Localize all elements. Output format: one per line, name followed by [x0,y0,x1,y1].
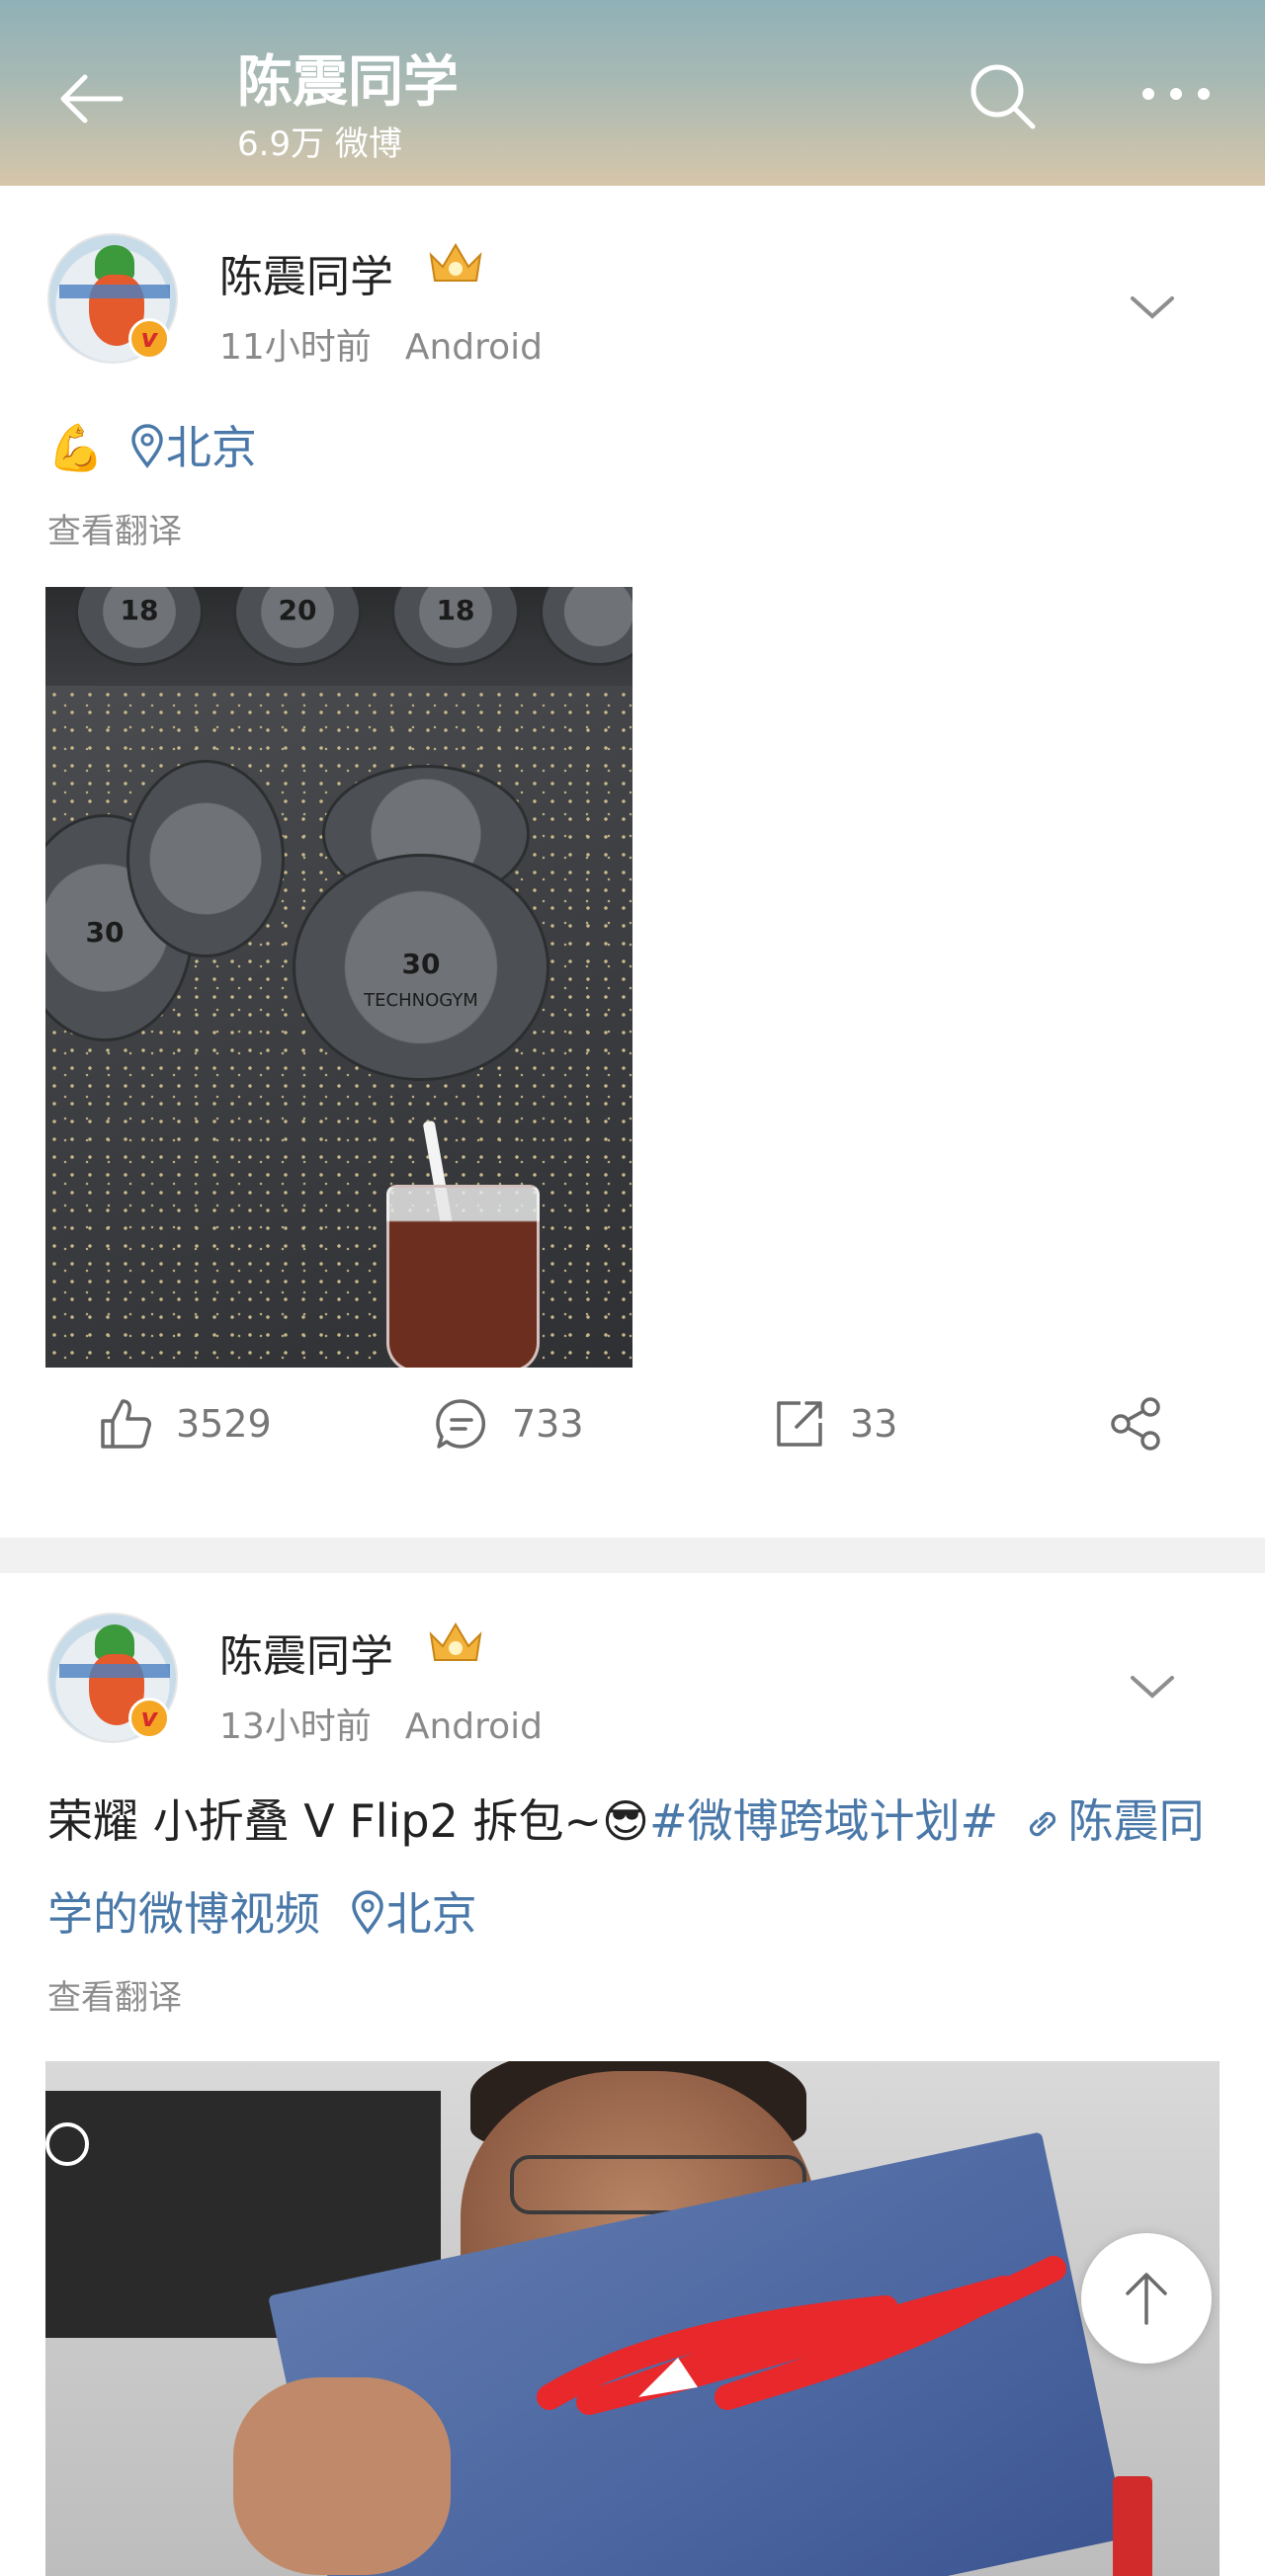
header-title: 陈震同学 [237,50,459,115]
post-video[interactable] [45,2061,1220,2576]
location-link[interactable]: 北京 [119,421,257,474]
verified-badge-icon: v [128,1698,170,1739]
more-icon[interactable] [1137,69,1216,119]
verified-badge-icon: v [128,318,170,360]
location-label: 北京 [165,421,257,474]
location-pin-icon [131,424,163,468]
profile-header: 陈震同学 6.9万 微博 [0,0,1265,186]
comment-button[interactable]: 733 [433,1389,584,1458]
crown-icon [429,1622,482,1661]
post-body-text: 荣耀 小折叠 V Flip2 拆包~ [47,1794,602,1848]
comment-count: 733 [512,1402,584,1446]
post-time: 11小时前 [219,327,372,368]
post-source: Android [404,327,543,368]
flexed-arm-emoji: 💪 [47,421,105,474]
post-username[interactable]: 陈震同学 [219,1620,393,1684]
post-meta: 11小时前 Android [219,318,543,370]
link-icon [1029,1811,1055,1837]
post-time: 13小时前 [219,1706,372,1747]
post-username[interactable]: 陈震同学 [219,241,393,304]
like-button[interactable]: 3529 [97,1389,272,1458]
iced-coffee-cup [386,1185,540,1368]
thumbs-up-icon [101,1399,151,1449]
post-source: Android [404,1706,543,1747]
view-translation-link[interactable]: 查看翻译 [47,504,182,552]
repost-icon [777,1401,822,1447]
share-icon [1111,1397,1160,1451]
repost-button[interactable]: 33 [771,1389,897,1458]
post-actions: 3529 733 33 [0,1389,1265,1458]
red-scribble [537,2256,1066,2415]
post-text: 荣耀 小折叠 V Flip2 拆包~😎#微博跨域计划# 陈震同学的微博视频 北京 [47,1775,1214,1960]
back-to-top-button[interactable] [1081,2233,1212,2364]
post-meta: 13小时前 Android [219,1698,543,1749]
post-divider [0,1537,1265,1573]
chevron-down-icon[interactable] [1127,289,1178,328]
like-count: 3529 [176,1402,272,1446]
sunglasses-emoji: 😎 [601,1794,649,1848]
back-arrow-icon[interactable] [51,57,134,140]
header-post-count: 6.9万 微博 [237,125,402,164]
location-pin-icon [351,1890,383,1935]
crown-icon [429,243,482,282]
chevron-down-icon[interactable] [1127,1668,1178,1707]
location-link[interactable]: 北京 [335,1887,477,1941]
post-text: 💪 北京 [47,401,1214,494]
topic-link[interactable]: #微博跨域计划# [649,1794,998,1848]
comment-icon [436,1399,486,1449]
post-image[interactable]: 18 20 18 30 30 TECHNOGYM [45,587,632,1368]
share-button[interactable] [1107,1389,1164,1458]
post-card: v 陈震同学 11小时前 Android 💪 北京 查看翻译 18 20 18 3… [0,186,1265,1537]
search-icon[interactable] [964,57,1043,136]
view-translation-link[interactable]: 查看翻译 [47,1970,182,2019]
location-label: 北京 [385,1887,477,1941]
repost-count: 33 [850,1402,898,1446]
arrow-up-icon [1126,2273,1167,2325]
